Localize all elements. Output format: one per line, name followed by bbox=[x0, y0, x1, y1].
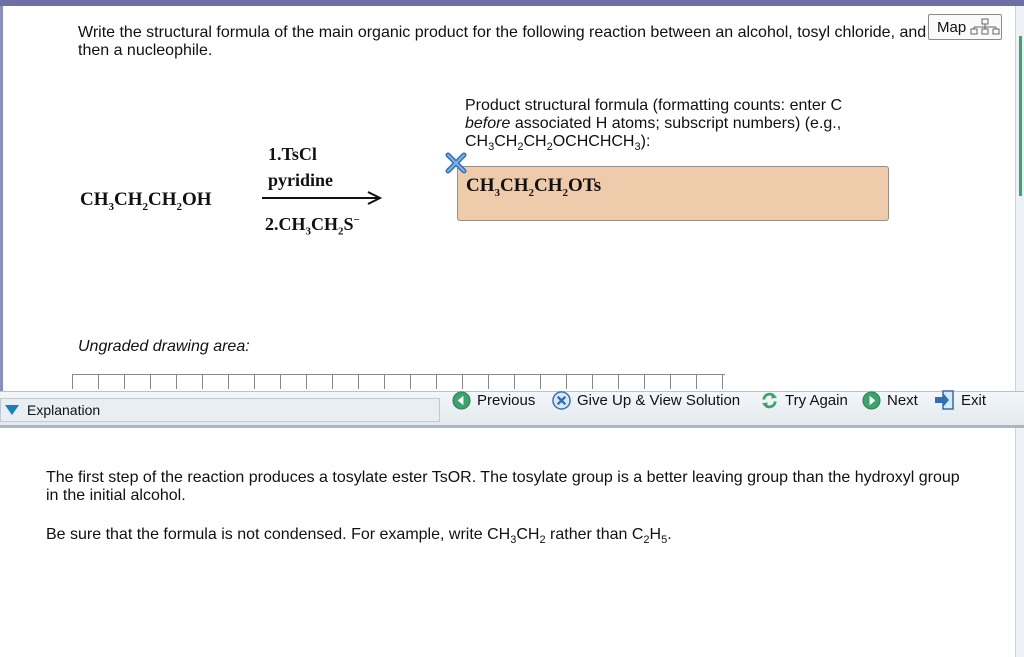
exit-door-icon bbox=[935, 390, 954, 410]
scrollbar-thumb[interactable] bbox=[1019, 36, 1022, 196]
reaction-arrow-icon bbox=[262, 191, 383, 205]
reactant-formula: CH3CH2CH2OH bbox=[80, 189, 212, 213]
try-again-button[interactable]: Try Again bbox=[760, 389, 848, 411]
next-button[interactable]: Next bbox=[862, 389, 918, 411]
previous-arrow-icon bbox=[452, 390, 471, 410]
map-button-label: Map bbox=[937, 18, 967, 36]
reagent-step1-line2: pyridine bbox=[268, 170, 334, 190]
drawing-area-label: Ungraded drawing area: bbox=[78, 338, 250, 355]
explanation-paragraph-1: The first step of the reaction produces … bbox=[46, 469, 960, 504]
exit-button[interactable]: Exit bbox=[934, 389, 986, 411]
give-up-x-icon bbox=[552, 390, 571, 410]
explanation-panel: The first step of the reaction produces … bbox=[0, 428, 1015, 657]
reagent-step2: 2.CH3CH2S− bbox=[265, 214, 360, 238]
explanation-paragraph-2: Be sure that the formula is not condense… bbox=[46, 526, 672, 547]
scrollbar-bottom-panel[interactable] bbox=[1015, 428, 1024, 657]
drawing-area-toolbar[interactable] bbox=[72, 374, 725, 389]
next-arrow-icon bbox=[862, 390, 881, 410]
map-tree-icon bbox=[970, 18, 1000, 35]
product-instructions: Product structural formula (formatting c… bbox=[465, 97, 843, 154]
map-button[interactable]: Map bbox=[928, 14, 1002, 40]
reagent-step1-line1: 1.TsCl bbox=[268, 144, 317, 164]
previous-button[interactable]: Previous bbox=[452, 389, 535, 411]
window-left-border bbox=[0, 6, 3, 391]
collapse-triangle-icon bbox=[5, 405, 19, 415]
answer-value: CH3CH2CH2OTs bbox=[466, 175, 602, 199]
scrollbar-thumb-bottom[interactable] bbox=[1016, 428, 1024, 478]
question-text: Write the structural formula of the main… bbox=[78, 24, 927, 59]
explanation-label: Explanation bbox=[27, 402, 101, 418]
incorrect-x-icon bbox=[445, 152, 467, 174]
try-again-refresh-icon bbox=[761, 392, 778, 408]
window-top-border bbox=[0, 0, 1024, 6]
scrollbar-top-panel[interactable] bbox=[1015, 6, 1024, 391]
explanation-toggle[interactable]: Explanation bbox=[0, 398, 440, 422]
give-up-view-solution-button[interactable]: Give Up & View Solution bbox=[552, 389, 740, 411]
